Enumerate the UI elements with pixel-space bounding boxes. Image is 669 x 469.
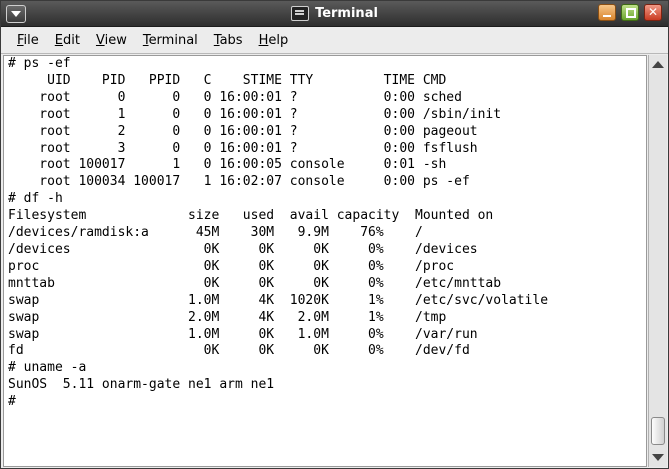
scroll-up-arrow-icon[interactable] [652, 61, 664, 68]
terminal-line: UID PID PPID C STIME TTY TIME CMD [8, 72, 447, 88]
title-bar[interactable]: Terminal ✕ [1, 1, 668, 27]
menu-tabs[interactable]: Tabs [206, 33, 251, 48]
terminal-line: root 100017 1 0 16:00:05 console 0:01 -s… [8, 157, 447, 173]
menu-terminal[interactable]: Terminal [135, 33, 206, 48]
vertical-scrollbar[interactable] [648, 55, 667, 467]
terminal-line: # ps -ef [8, 56, 71, 71]
terminal-app-icon [291, 6, 310, 21]
terminal-line: Filesystem size used avail capacity Moun… [8, 208, 494, 224]
maximize-button[interactable] [621, 4, 639, 21]
scrollbar-thumb[interactable] [651, 417, 665, 445]
terminal-text: # ps -ef UID PID PPID C STIME TTY TIME C… [4, 56, 646, 411]
window-title-area: Terminal [1, 1, 668, 26]
terminal-line: mnttab 0K 0K 0K 0% /etc/mnttab [8, 275, 502, 291]
terminal-output[interactable]: # ps -ef UID PID PPID C STIME TTY TIME C… [3, 55, 647, 467]
menu-edit[interactable]: Edit [47, 33, 88, 48]
terminal-line: # uname -a [8, 360, 87, 376]
terminal-line: root 2 0 0 16:00:01 ? 0:00 pageout [8, 123, 478, 139]
terminal-line: fd 0K 0K 0K 0% /dev/fd [8, 343, 470, 359]
terminal-line: swap 2.0M 4K 2.0M 1% /tmp [8, 309, 447, 325]
terminal-line: root 0 0 0 16:00:01 ? 0:00 sched [8, 89, 462, 105]
scroll-down-arrow-icon[interactable] [652, 454, 664, 461]
minimize-button[interactable] [598, 4, 616, 21]
terminal-line: /devices 0K 0K 0K 0% /devices [8, 241, 478, 257]
terminal-line: root 1 0 0 16:00:01 ? 0:00 /sbin/init [8, 106, 502, 122]
close-icon: ✕ [647, 5, 659, 19]
terminal-line: SunOS 5.11 onarm-gate ne1 arm ne1 [8, 377, 275, 393]
menu-help[interactable]: Help [251, 33, 297, 48]
menu-bar: File Edit View Terminal Tabs Help [1, 27, 668, 54]
window-title: Terminal [315, 6, 378, 21]
terminal-line: proc 0K 0K 0K 0% /proc [8, 258, 455, 274]
terminal-line: swap 1.0M 4K 1020K 1% /etc/svc/volatile [8, 292, 549, 308]
close-button[interactable]: ✕ [644, 4, 662, 21]
menu-view[interactable]: View [88, 33, 135, 48]
terminal-prompt: # [8, 394, 16, 410]
menu-file[interactable]: File [9, 33, 47, 48]
terminal-line: swap 1.0M 0K 1.0M 0% /var/run [8, 326, 478, 342]
terminal-line: root 3 0 0 16:00:01 ? 0:00 fsflush [8, 140, 478, 156]
terminal-line: /devices/ramdisk:a 45M 30M 9.9M 76% / [8, 225, 423, 241]
terminal-line: # df -h [8, 191, 63, 207]
terminal-window: Terminal ✕ File Edit View Terminal Tabs … [0, 0, 669, 469]
maximize-icon [626, 8, 636, 18]
minimize-icon [603, 15, 611, 17]
terminal-line: root 100034 100017 1 16:02:07 console 0:… [8, 174, 470, 190]
